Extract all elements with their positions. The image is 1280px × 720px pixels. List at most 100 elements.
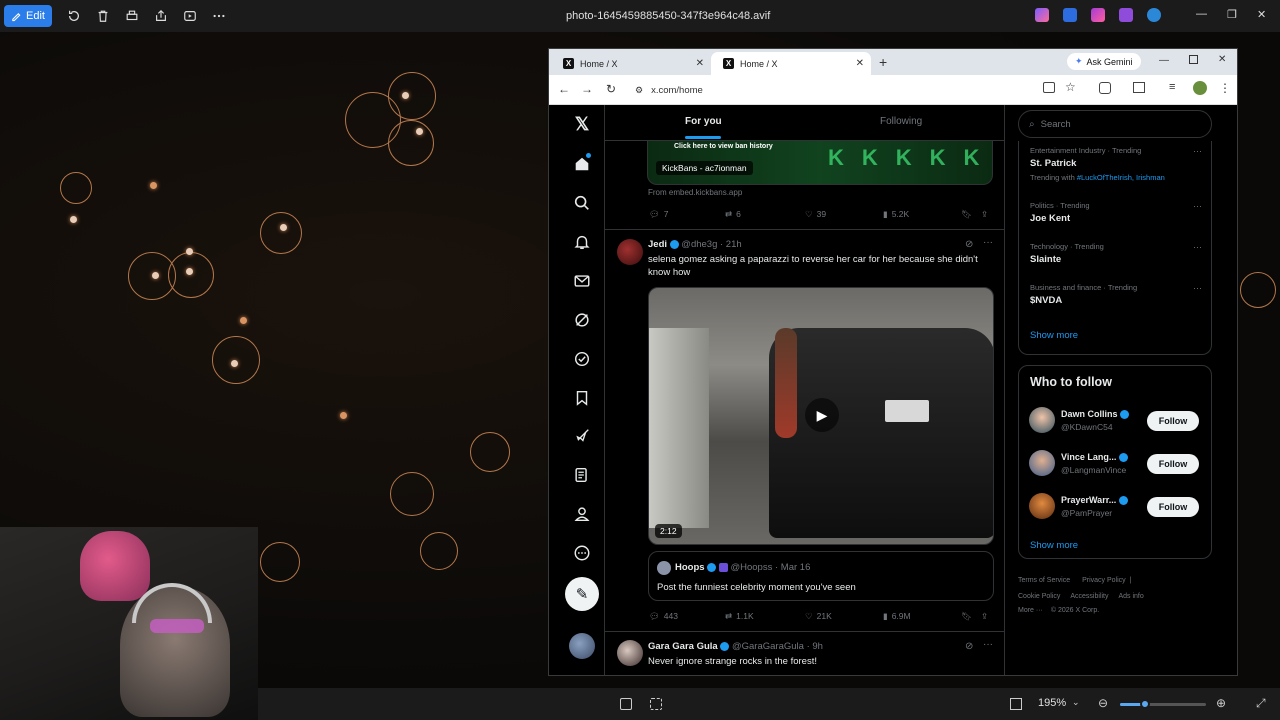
browser-minimize-icon[interactable]: — xyxy=(1159,55,1169,66)
frame-icon[interactable] xyxy=(1010,698,1022,710)
footer-accessibility[interactable]: Accessibility xyxy=(1070,593,1108,600)
share-post-button[interactable]: ⇪ xyxy=(981,209,988,220)
grok-post-icon[interactable]: ⊘ xyxy=(965,239,973,250)
follow-button[interactable]: Follow xyxy=(1147,454,1199,474)
more-options-icon[interactable] xyxy=(209,6,229,26)
designer-icon[interactable] xyxy=(1063,8,1077,22)
rotate-icon[interactable] xyxy=(64,6,84,26)
quoted-post[interactable]: Hoops @Hoopss · Mar 16 Post the funniest… xyxy=(648,551,994,601)
post-time[interactable]: · 21h xyxy=(720,239,742,250)
author-handle[interactable]: @dhe3g xyxy=(681,239,717,250)
author-handle[interactable]: @GaraGaraGula xyxy=(732,641,804,652)
repost-button[interactable]: ⇄ 6 xyxy=(725,209,741,220)
footer-cookie[interactable]: Cookie Policy xyxy=(1018,593,1060,600)
kickbans-card[interactable]: Click here to view ban history KickBans … xyxy=(647,141,993,185)
post-avatar[interactable] xyxy=(617,640,643,666)
author-name[interactable]: Jedi xyxy=(648,239,667,250)
maximize-icon[interactable]: ❐ xyxy=(1227,8,1237,21)
reload-icon[interactable]: ↻ xyxy=(606,82,616,96)
fit-to-window-icon[interactable] xyxy=(620,698,632,710)
zoom-out-icon[interactable]: ⊖ xyxy=(1098,696,1108,710)
browser-maximize-icon[interactable] xyxy=(1189,55,1198,64)
follow-suggestion[interactable]: PrayerWarr... @PamPrayer Follow xyxy=(1029,493,1204,521)
bookmarks-icon[interactable] xyxy=(573,389,591,407)
trend-more-icon[interactable]: ··· xyxy=(1193,283,1202,293)
fullscreen-icon[interactable]: ⤢ xyxy=(1256,696,1266,711)
account-avatar[interactable] xyxy=(569,633,595,659)
edit-button[interactable]: Edit xyxy=(4,5,52,27)
suggestion-avatar[interactable] xyxy=(1029,407,1055,433)
play-icon[interactable]: ▶ xyxy=(805,398,839,432)
post-time[interactable]: · 9h xyxy=(807,641,823,652)
suggestion-avatar[interactable] xyxy=(1029,493,1055,519)
trend-item[interactable]: Politics · Trending Joe Kent ··· xyxy=(1030,201,1202,233)
bookmark-star-icon[interactable]: ☆ xyxy=(1065,80,1076,94)
trends-show-more[interactable]: Show more xyxy=(1030,330,1078,341)
clipchamp-icon[interactable] xyxy=(1091,8,1105,22)
trend-item[interactable]: Business and finance · Trending $NVDA ··… xyxy=(1030,283,1202,315)
verified-orgs-icon[interactable] xyxy=(573,350,591,368)
browser-tab[interactable]: X Home / X ✕ xyxy=(551,52,711,75)
who-to-follow-show-more[interactable]: Show more xyxy=(1030,540,1078,551)
suggestion-name[interactable]: Dawn Collins xyxy=(1061,409,1130,420)
video-editor-icon[interactable] xyxy=(1119,8,1133,22)
browser-menu-icon[interactable]: ⋮ xyxy=(1219,81,1231,95)
zoom-in-icon[interactable]: ⊕ xyxy=(1216,696,1226,710)
articles-icon[interactable] xyxy=(573,466,591,484)
repost-button[interactable]: ⇄ 1.1K xyxy=(725,611,754,622)
like-button[interactable]: ♡ 21K xyxy=(805,611,832,622)
slideshow-icon[interactable] xyxy=(180,6,200,26)
browser-tab-active[interactable]: X Home / X ✕ xyxy=(711,52,871,75)
tab-for-you[interactable]: For you xyxy=(685,116,722,127)
footer-terms[interactable]: Terms of Service xyxy=(1018,577,1070,584)
footer-privacy[interactable]: Privacy Policy xyxy=(1082,577,1126,584)
new-tab-icon[interactable]: + xyxy=(879,54,887,70)
views-button[interactable]: ▮ 5.2K xyxy=(883,209,909,220)
site-info-icon[interactable]: ⚙ xyxy=(635,85,643,96)
follow-button[interactable]: Follow xyxy=(1147,411,1199,431)
author-name[interactable]: Gara Gara Gula xyxy=(648,641,718,652)
trend-more-icon[interactable]: ··· xyxy=(1193,146,1202,156)
footer-more[interactable]: More ··· xyxy=(1018,607,1043,614)
media-controls-icon[interactable]: ≡ xyxy=(1169,81,1175,93)
follow-button[interactable]: Follow xyxy=(1147,497,1199,517)
tab-search-icon[interactable] xyxy=(1133,82,1145,93)
more-circle-icon[interactable] xyxy=(573,544,591,562)
zoom-slider[interactable] xyxy=(1120,699,1206,709)
views-button[interactable]: ▮ 6.9M xyxy=(883,611,911,622)
zoom-dropdown-icon[interactable]: ⌄ xyxy=(1072,697,1080,708)
trend-related-links[interactable]: #LuckOfTheIrish, Irishman xyxy=(1077,173,1165,182)
like-button[interactable]: ♡ 39 xyxy=(805,209,826,220)
post-compose-button[interactable]: ✎ xyxy=(565,577,599,611)
x-logo-icon[interactable]: 𝕏 xyxy=(573,115,591,133)
back-icon[interactable]: ← xyxy=(558,82,570,96)
onedrive-icon[interactable] xyxy=(1147,8,1161,22)
delete-icon[interactable] xyxy=(93,6,113,26)
minimize-icon[interactable]: — xyxy=(1196,8,1207,20)
bookmark-button[interactable]: 🔖︎ xyxy=(961,611,972,622)
search-input[interactable]: ⌕ Search xyxy=(1018,110,1212,138)
tab-following[interactable]: Following xyxy=(880,116,922,127)
tab-close-icon[interactable]: ✕ xyxy=(856,58,864,69)
copilot-icon[interactable] xyxy=(1035,8,1049,22)
forward-icon[interactable]: → xyxy=(581,82,593,96)
install-app-icon[interactable] xyxy=(1043,82,1055,93)
explore-icon[interactable] xyxy=(573,194,591,212)
share-icon[interactable] xyxy=(151,6,171,26)
footer-ads-info[interactable]: Ads info xyxy=(1118,593,1143,600)
follow-suggestion[interactable]: Dawn Collins @KDawnC54 Follow xyxy=(1029,407,1204,435)
trend-item[interactable]: Entertainment Industry · Trending St. Pa… xyxy=(1030,146,1202,192)
post-more-icon[interactable]: ··· xyxy=(983,639,993,650)
extensions-icon[interactable] xyxy=(1099,82,1111,94)
post-avatar[interactable] xyxy=(617,239,643,265)
address-bar[interactable]: ⚙ x.com/home xyxy=(629,79,1039,101)
profile-icon[interactable] xyxy=(573,505,591,523)
share-post-button[interactable]: ⇪ xyxy=(981,611,988,622)
zoom-level[interactable]: 195% xyxy=(1038,697,1066,709)
grok-icon[interactable] xyxy=(573,311,591,329)
bookmark-button[interactable]: 🔖︎ xyxy=(961,209,972,220)
profile-avatar[interactable] xyxy=(1193,81,1207,95)
video-player[interactable]: ▶ 2:12 xyxy=(648,287,994,545)
suggestion-avatar[interactable] xyxy=(1029,450,1055,476)
tab-close-icon[interactable]: ✕ xyxy=(696,58,704,69)
